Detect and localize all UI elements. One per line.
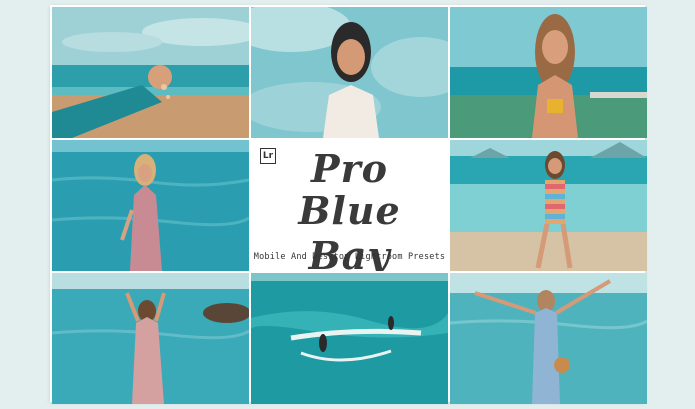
photo-grid: Lr Pro Blue Bay Mobile And Desktop Light…: [52, 7, 647, 404]
preset-collage: Lr Pro Blue Bay Mobile And Desktop Light…: [50, 5, 647, 404]
subtitle: Mobile And Desktop Lightroom Presets: [253, 252, 446, 262]
photo-woman-smiling-shore: [450, 7, 647, 138]
photo-woman-portrait-clouds: [251, 7, 448, 138]
photo-surfers-waves: [251, 273, 448, 404]
photo-woman-pink-dress-sea: [52, 140, 249, 271]
photo-woman-striped-swimsuit: [450, 140, 647, 271]
photo-woman-arms-up-rock: [52, 273, 249, 404]
photo-hand-sand-beach: [52, 7, 249, 138]
title-card: Lr Pro Blue Bay Mobile And Desktop Light…: [251, 140, 448, 271]
photo-woman-arms-spread-sea: [450, 273, 647, 404]
title-line-1: Pro: [311, 146, 388, 191]
